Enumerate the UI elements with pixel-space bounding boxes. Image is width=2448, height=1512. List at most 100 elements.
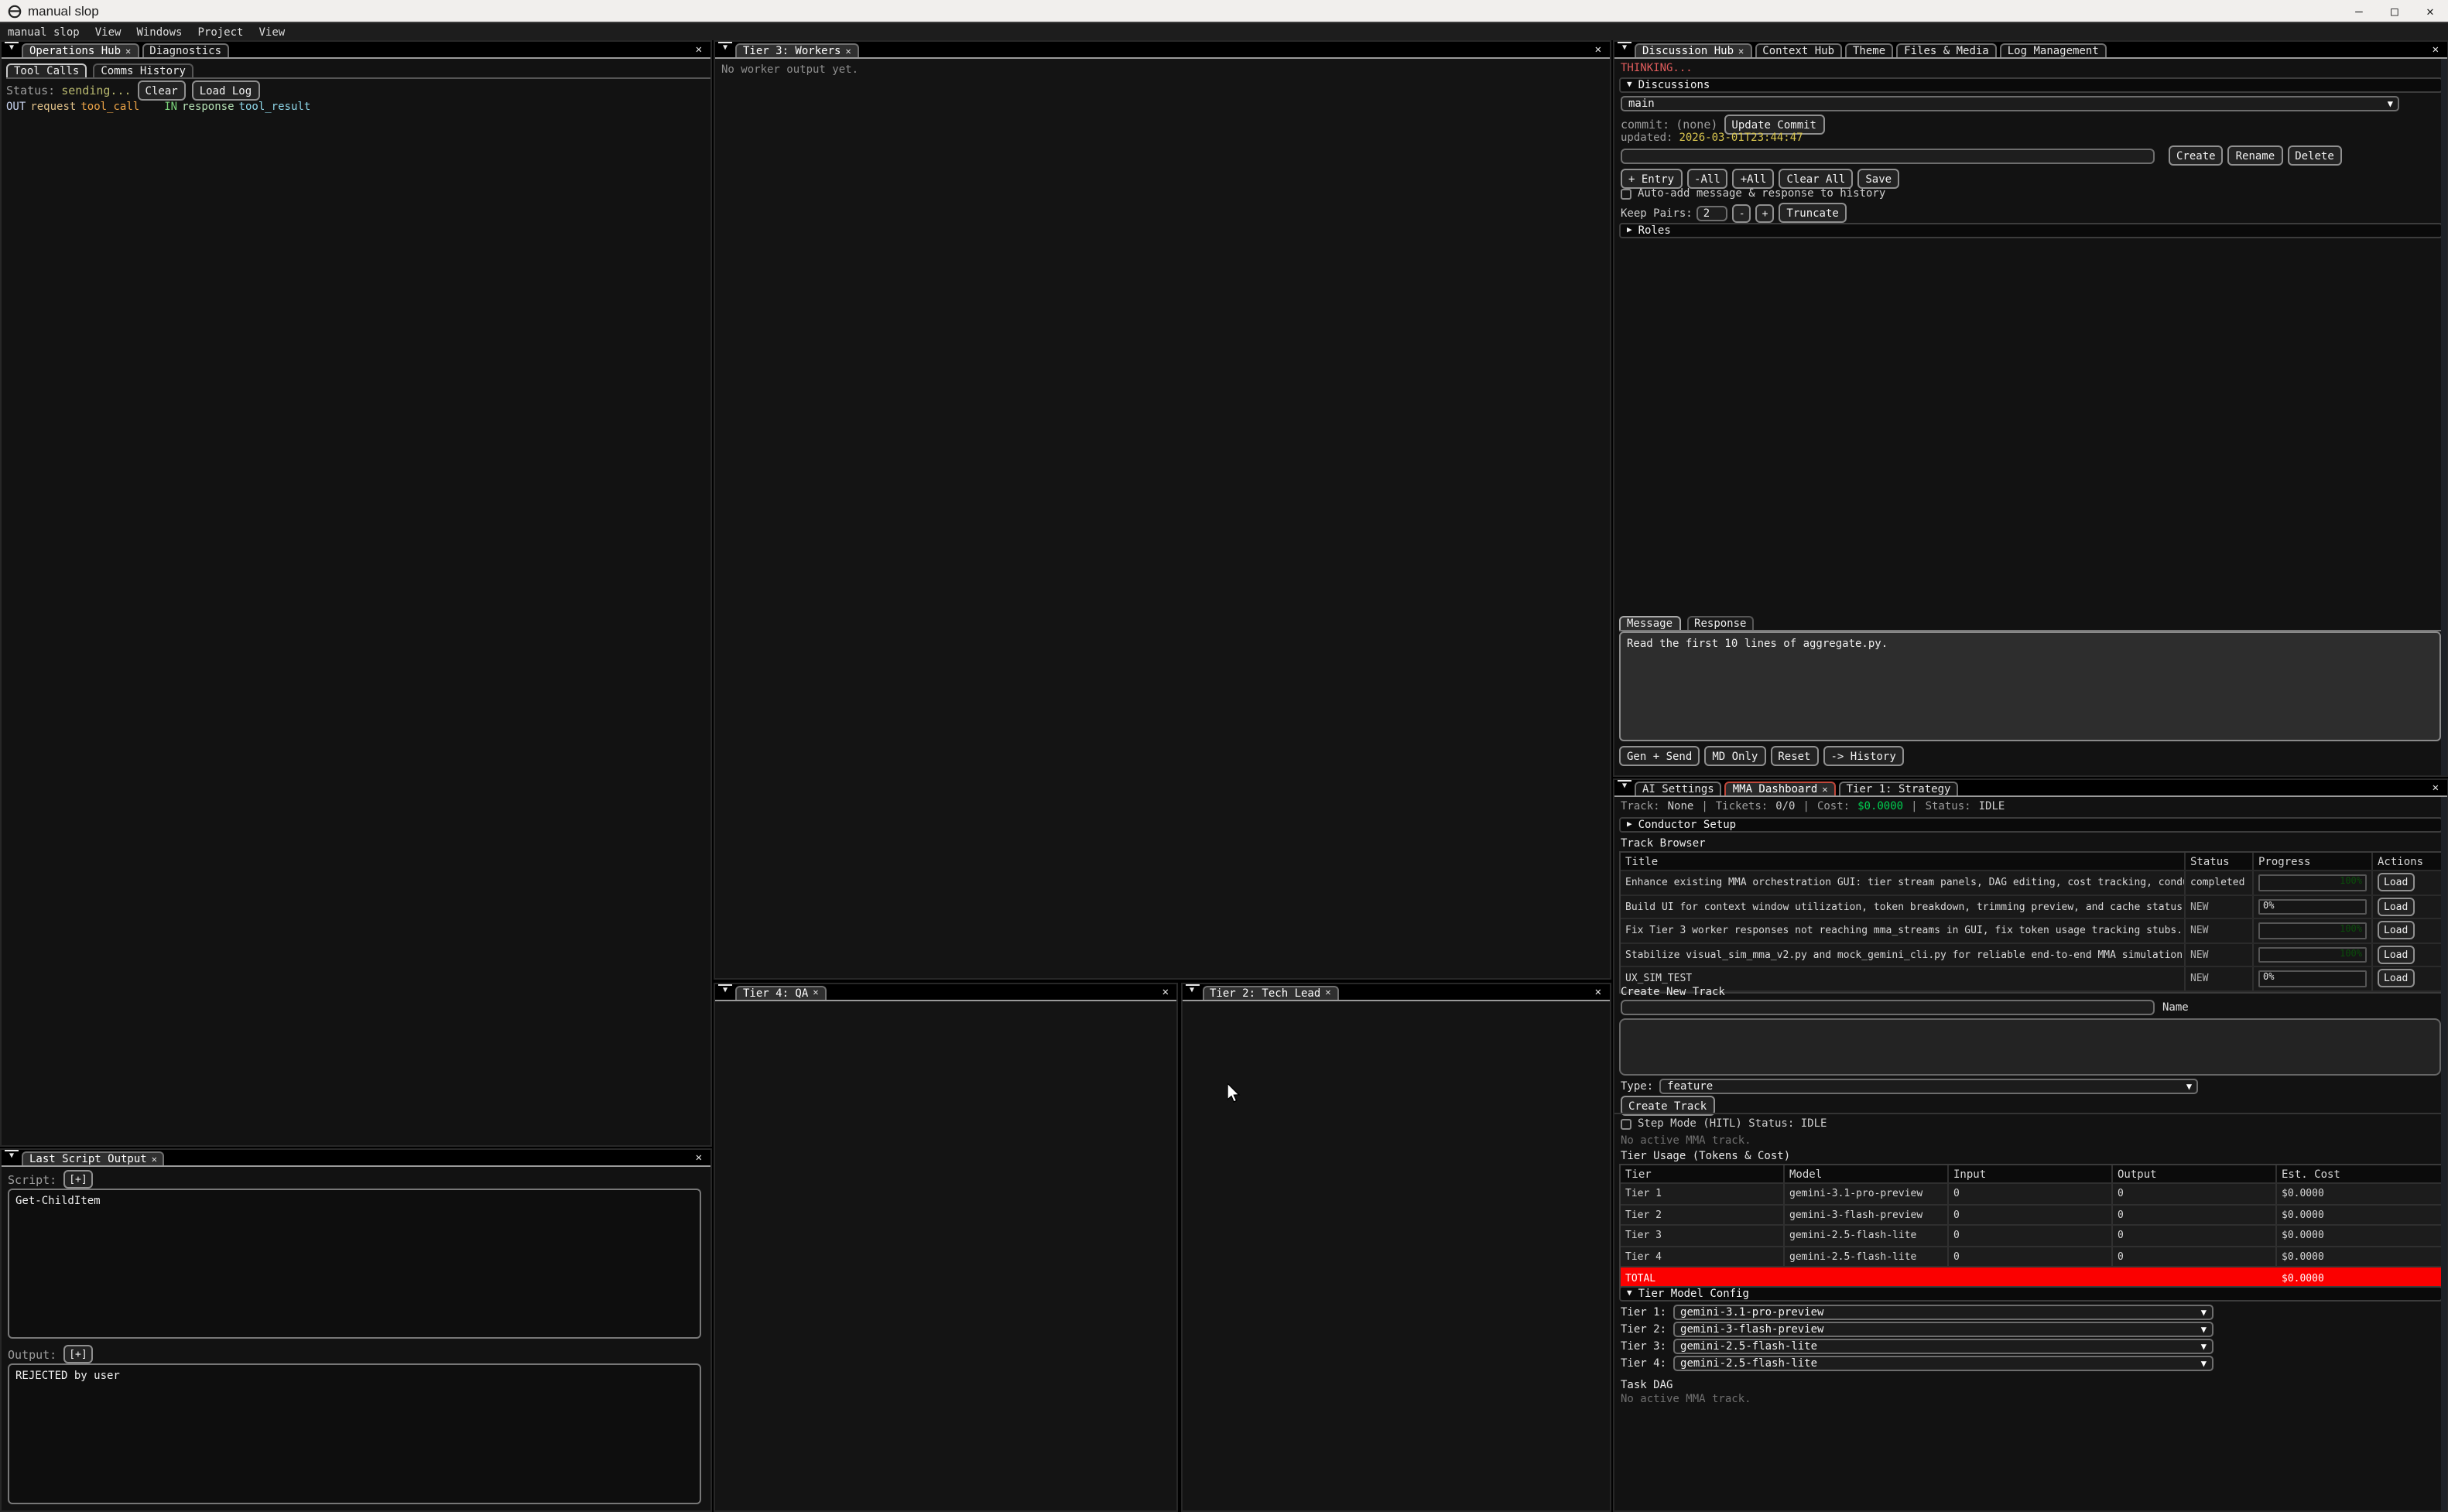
to-history-button[interactable]: -> History <box>1823 746 1904 766</box>
tab-ai-settings[interactable]: AI Settings <box>1635 782 1722 795</box>
table-row[interactable]: UX_SIM_TEST NEW 0% Load <box>1621 967 2441 991</box>
table-row[interactable]: Fix Tier 3 worker responses not reaching… <box>1621 919 2441 943</box>
reset-button[interactable]: Reset <box>1770 746 1818 766</box>
tab-tier4-qa[interactable]: Tier 4: QA ✕ <box>735 985 827 999</box>
panel-menu-icon[interactable]: ▼ <box>1618 42 1631 56</box>
tab-comms-history[interactable]: Comms History <box>93 63 193 77</box>
rename-button[interactable]: Rename <box>2228 145 2283 166</box>
discussion-scrollbar[interactable] <box>2440 59 2446 775</box>
delete-button[interactable]: Delete <box>2287 145 2342 166</box>
track-type-select[interactable]: feature ▼ <box>1659 1079 2198 1094</box>
load-log-button[interactable]: Load Log <box>192 80 259 101</box>
table-row[interactable]: Enhance existing MMA orchestration GUI: … <box>1621 871 2441 895</box>
close-button[interactable]: ✕ <box>2412 0 2448 22</box>
gen-send-button[interactable]: Gen + Send <box>1619 746 1700 766</box>
menu-project[interactable]: Project <box>190 26 251 38</box>
maximize-button[interactable]: □ <box>2377 0 2412 22</box>
panel-close-icon[interactable]: ✕ <box>1587 985 1609 997</box>
tier2-model-select[interactable]: gemini-3-flash-preview ▼ <box>1673 1322 2213 1337</box>
discussion-select[interactable]: main ▼ <box>1621 96 2399 111</box>
md-only-button[interactable]: MD Only <box>1704 746 1765 766</box>
panel-close-icon[interactable]: ✕ <box>1587 43 1609 56</box>
close-tab-icon[interactable]: ✕ <box>125 46 131 56</box>
tab-tier3-workers[interactable]: Tier 3: Workers ✕ <box>735 43 859 57</box>
panel-close-icon[interactable]: ✕ <box>1155 985 1176 997</box>
menu-view-2[interactable]: View <box>252 26 293 38</box>
create-button[interactable]: Create <box>2169 145 2224 166</box>
clear-all-button[interactable]: Clear All <box>1779 169 1853 189</box>
panel-menu-icon[interactable]: ▼ <box>1618 780 1631 794</box>
tab-tier1-strategy[interactable]: Tier 1: Strategy <box>1839 782 1959 795</box>
output-content-box[interactable]: REJECTED by user <box>8 1363 701 1504</box>
tab-files-media[interactable]: Files & Media <box>1896 43 1997 57</box>
panel-menu-icon[interactable]: ▼ <box>5 42 19 56</box>
load-button[interactable]: Load <box>2378 946 2414 964</box>
roles-section-header[interactable]: ▶ Roles <box>1619 223 2442 238</box>
close-tab-icon[interactable]: ✕ <box>152 1154 157 1165</box>
panel-menu-icon[interactable]: ▼ <box>718 42 732 56</box>
clear-button[interactable]: Clear <box>138 80 186 101</box>
tab-tool-calls[interactable]: Tool Calls <box>6 63 87 77</box>
menu-manual-slop[interactable]: manual slop <box>0 26 87 38</box>
minimize-button[interactable]: – <box>2341 0 2377 22</box>
close-tab-icon[interactable]: ✕ <box>1822 784 1827 795</box>
menu-view-1[interactable]: View <box>87 26 129 38</box>
minus-all-button[interactable]: -All <box>1686 169 1728 189</box>
panel-close-icon[interactable]: ✕ <box>688 43 710 56</box>
truncate-button[interactable]: Truncate <box>1779 203 1846 223</box>
tool-call-log-entry[interactable]: OUT request tool_call IN response tool_r… <box>6 101 310 113</box>
no-active-track-text: No active MMA track. <box>1621 1134 1751 1147</box>
plus-all-button[interactable]: +All <box>1733 169 1775 189</box>
tier3-model-select[interactable]: gemini-2.5-flash-lite ▼ <box>1673 1339 2213 1354</box>
panel-menu-icon[interactable]: ▼ <box>1185 983 1199 997</box>
mma-scrollbar[interactable] <box>2440 797 2446 1510</box>
track-description-textarea[interactable] <box>1619 1018 2441 1076</box>
add-entry-button[interactable]: + Entry <box>1621 169 1682 189</box>
tab-mma-dashboard[interactable]: MMA Dashboard ✕ <box>1725 782 1836 795</box>
table-row[interactable]: Build UI for context window utilization,… <box>1621 895 2441 919</box>
tab-log-management[interactable]: Log Management <box>2000 43 2107 57</box>
auto-add-checkbox[interactable] <box>1621 188 1631 199</box>
tab-tier2-tech-lead[interactable]: Tier 2: Tech Lead ✕ <box>1202 985 1339 999</box>
tab-last-script-output[interactable]: Last Script Output ✕ <box>22 1151 165 1165</box>
message-textarea[interactable]: Read the first 10 lines of aggregate.py. <box>1619 631 2441 741</box>
tab-operations-hub[interactable]: Operations Hub ✕ <box>22 43 139 57</box>
menu-windows[interactable]: Windows <box>128 26 190 38</box>
conductor-setup-header[interactable]: ▶ Conductor Setup <box>1619 817 2442 833</box>
status-value: IDLE <box>1979 800 2005 812</box>
save-button[interactable]: Save <box>1857 169 1899 189</box>
discussion-name-input[interactable] <box>1621 148 2155 163</box>
tier1-model-select[interactable]: gemini-3.1-pro-preview ▼ <box>1673 1305 2213 1320</box>
tab-response[interactable]: Response <box>1686 616 1754 630</box>
tab-message[interactable]: Message <box>1619 616 1680 630</box>
load-button[interactable]: Load <box>2378 922 2414 940</box>
decrement-button[interactable]: - <box>1733 204 1751 222</box>
close-tab-icon[interactable]: ✕ <box>1738 46 1744 56</box>
track-name-input[interactable] <box>1621 1000 2155 1015</box>
close-tab-icon[interactable]: ✕ <box>813 987 818 998</box>
tier-model-config-header[interactable]: ▼ Tier Model Config <box>1619 1286 2442 1302</box>
tab-theme[interactable]: Theme <box>1845 43 1893 57</box>
panel-close-icon[interactable]: ✕ <box>2425 43 2446 56</box>
panel-close-icon[interactable]: ✕ <box>688 1151 710 1164</box>
panel-close-icon[interactable]: ✕ <box>2425 782 2446 794</box>
table-row[interactable]: Stabilize visual_sim_mma_v2.py and mock_… <box>1621 943 2441 967</box>
tab-discussion-hub[interactable]: Discussion Hub ✕ <box>1635 43 1751 57</box>
increment-button[interactable]: + <box>1756 204 1775 222</box>
load-button[interactable]: Load <box>2378 874 2414 892</box>
step-mode-checkbox[interactable] <box>1621 1118 1631 1129</box>
script-expand-button[interactable]: [+] <box>63 1170 94 1189</box>
tier4-model-select[interactable]: gemini-2.5-flash-lite ▼ <box>1673 1356 2213 1371</box>
load-button[interactable]: Load <box>2378 970 2414 988</box>
script-content-box[interactable]: Get-ChildItem <box>8 1189 701 1339</box>
keep-pairs-input[interactable] <box>1697 205 1728 221</box>
tab-context-hub[interactable]: Context Hub <box>1755 43 1842 57</box>
close-tab-icon[interactable]: ✕ <box>845 46 851 56</box>
load-button[interactable]: Load <box>2378 898 2414 916</box>
close-tab-icon[interactable]: ✕ <box>1325 987 1330 998</box>
panel-menu-icon[interactable]: ▼ <box>5 1150 19 1164</box>
output-expand-button[interactable]: [+] <box>63 1345 94 1363</box>
discussions-section-header[interactable]: ▼ Discussions <box>1619 77 2442 93</box>
tab-diagnostics[interactable]: Diagnostics <box>142 43 229 57</box>
panel-menu-icon[interactable]: ▼ <box>718 983 732 997</box>
